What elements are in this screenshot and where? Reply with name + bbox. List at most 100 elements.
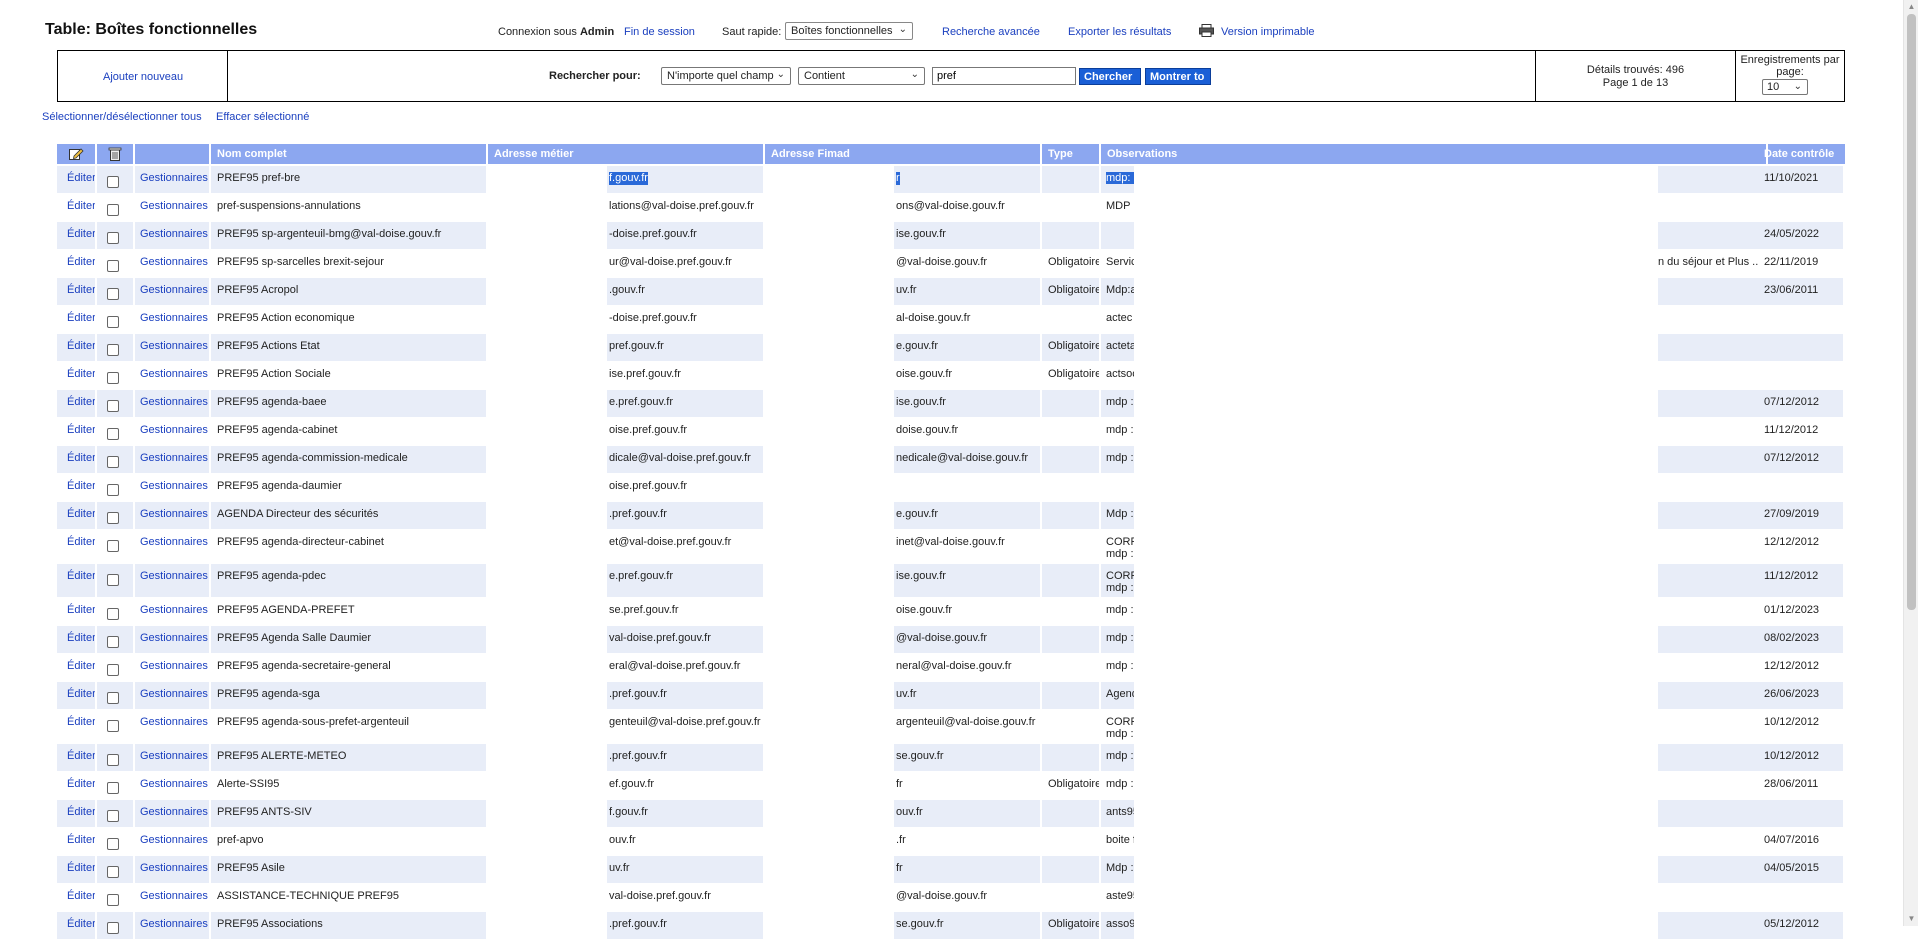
managers-link[interactable]: Gestionnaires [140,716,208,728]
edit-link[interactable]: Éditer [63,312,95,324]
edit-link[interactable]: Éditer [63,396,95,408]
managers-link[interactable]: Gestionnaires [140,424,208,436]
managers-link[interactable]: Gestionnaires [140,480,208,492]
managers-link[interactable]: Gestionnaires [140,632,208,644]
row-select-checkbox[interactable] [107,894,119,906]
scroll-down-icon[interactable]: ▼ [1907,914,1916,924]
column-header-full-name[interactable]: Nom complet [211,144,488,164]
edit-link[interactable]: Éditer [63,834,95,846]
edit-link[interactable]: Éditer [63,424,95,436]
managers-link[interactable]: Gestionnaires [140,660,208,672]
column-header-observations[interactable]: Observations [1101,144,1768,164]
managers-link[interactable]: Gestionnaires [140,778,208,790]
edit-link[interactable]: Éditer [63,536,95,548]
search-operator-select[interactable]: Contient ⌄ [798,67,925,85]
managers-link[interactable]: Gestionnaires [140,536,208,548]
row-select-checkbox[interactable] [107,176,119,188]
edit-link[interactable]: Éditer [63,284,95,296]
edit-link[interactable]: Éditer [63,172,95,184]
vertical-scrollbar[interactable]: ▲ ▼ [1903,0,1918,926]
row-select-checkbox[interactable] [107,922,119,934]
edit-link[interactable]: Éditer [63,200,95,212]
edit-link[interactable]: Éditer [63,862,95,874]
advanced-search-link[interactable]: Recherche avancée [942,26,1040,38]
row-select-checkbox[interactable] [107,456,119,468]
managers-link[interactable]: Gestionnaires [140,688,208,700]
row-select-checkbox[interactable] [107,512,119,524]
row-select-checkbox[interactable] [107,636,119,648]
row-select-checkbox[interactable] [107,316,119,328]
managers-link[interactable]: Gestionnaires [140,508,208,520]
select-all-link[interactable]: Sélectionner/désélectionner tous [42,111,202,123]
managers-link[interactable]: Gestionnaires [140,200,208,212]
row-select-checkbox[interactable] [107,782,119,794]
edit-link[interactable]: Éditer [63,452,95,464]
row-select-checkbox[interactable] [107,608,119,620]
edit-link[interactable]: Éditer [63,256,95,268]
column-header-fimad-address[interactable]: Adresse Fimad [765,144,1042,164]
column-header-control-date[interactable]: Date contrôle [1758,144,1845,164]
managers-link[interactable]: Gestionnaires [140,604,208,616]
scroll-up-icon[interactable]: ▲ [1907,2,1916,12]
row-select-checkbox[interactable] [107,372,119,384]
edit-link[interactable]: Éditer [63,806,95,818]
managers-link[interactable]: Gestionnaires [140,256,208,268]
search-button[interactable]: Chercher [1079,68,1141,85]
logout-link[interactable]: Fin de session [624,26,695,38]
managers-link[interactable]: Gestionnaires [140,368,208,380]
edit-link[interactable]: Éditer [63,632,95,644]
row-select-checkbox[interactable] [107,288,119,300]
print-version-link[interactable]: Version imprimable [1221,26,1315,38]
row-select-checkbox[interactable] [107,720,119,732]
edit-link[interactable]: Éditer [63,918,95,930]
edit-link[interactable]: Éditer [63,570,95,582]
row-select-checkbox[interactable] [107,204,119,216]
edit-link[interactable]: Éditer [63,604,95,616]
managers-link[interactable]: Gestionnaires [140,570,208,582]
row-select-checkbox[interactable] [107,692,119,704]
show-all-button[interactable]: Montrer to [1145,68,1211,85]
row-select-checkbox[interactable] [107,232,119,244]
edit-link[interactable]: Éditer [63,778,95,790]
row-select-checkbox[interactable] [107,484,119,496]
add-new-link[interactable]: Ajouter nouveau [103,71,183,83]
row-select-checkbox[interactable] [107,344,119,356]
search-input[interactable] [932,67,1076,85]
managers-link[interactable]: Gestionnaires [140,918,208,930]
managers-link[interactable]: Gestionnaires [140,862,208,874]
observations-more-text[interactable]: n du séjour et Plus ... [1658,256,1761,269]
column-header-business-address[interactable]: Adresse métier [488,144,765,164]
export-results-link[interactable]: Exporter les résultats [1068,26,1171,38]
edit-link[interactable]: Éditer [63,750,95,762]
clear-selection-link[interactable]: Effacer sélectionné [216,111,309,123]
managers-link[interactable]: Gestionnaires [140,806,208,818]
managers-link[interactable]: Gestionnaires [140,312,208,324]
quick-jump-select[interactable]: Boîtes fonctionnelles ⌄ [785,22,913,40]
edit-link[interactable]: Éditer [63,716,95,728]
managers-link[interactable]: Gestionnaires [140,890,208,902]
row-select-checkbox[interactable] [107,260,119,272]
managers-link[interactable]: Gestionnaires [140,228,208,240]
scrollbar-thumb[interactable] [1907,14,1916,610]
edit-link[interactable]: Éditer [63,480,95,492]
edit-link[interactable]: Éditer [63,660,95,672]
row-select-checkbox[interactable] [107,838,119,850]
column-header-type[interactable]: Type [1042,144,1101,164]
row-select-checkbox[interactable] [107,574,119,586]
printer-icon[interactable] [1199,24,1214,37]
per-page-select[interactable]: 10 ⌄ [1762,79,1808,95]
edit-link[interactable]: Éditer [63,890,95,902]
managers-link[interactable]: Gestionnaires [140,396,208,408]
row-select-checkbox[interactable] [107,754,119,766]
search-field-select[interactable]: N'importe quel champ ⌄ [661,67,791,85]
edit-link[interactable]: Éditer [63,228,95,240]
edit-link[interactable]: Éditer [63,340,95,352]
managers-link[interactable]: Gestionnaires [140,340,208,352]
managers-link[interactable]: Gestionnaires [140,834,208,846]
row-select-checkbox[interactable] [107,810,119,822]
edit-link[interactable]: Éditer [63,368,95,380]
managers-link[interactable]: Gestionnaires [140,750,208,762]
managers-link[interactable]: Gestionnaires [140,452,208,464]
row-select-checkbox[interactable] [107,400,119,412]
row-select-checkbox[interactable] [107,664,119,676]
